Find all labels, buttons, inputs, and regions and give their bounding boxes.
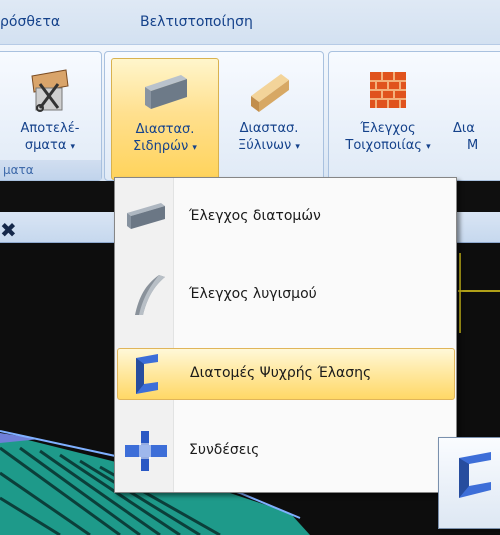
menu-item-label: Έλεγχος λυγισμού <box>189 286 317 302</box>
menu-item-label: Διατομές Ψυχρής Έλασης <box>190 365 372 381</box>
results-label-1: Αποτελέ- <box>20 121 80 136</box>
buckling-beam-icon <box>125 275 167 315</box>
steel-design-dropdown: Έλεγχος διατομών Έλεγχος λυγισμού Διατομ… <box>114 177 457 493</box>
partial-label-2: Μ <box>467 138 479 153</box>
tab-additions[interactable]: ρόσθετα <box>0 14 60 30</box>
menu-item-cold-formed[interactable]: Διατομές Ψυχρής Έλασης <box>117 348 455 400</box>
menu-item-section-check[interactable]: Έλεγχος διατομών <box>117 192 453 242</box>
menu-item-buckling-check[interactable]: Έλεγχος λυγισμού <box>117 270 453 320</box>
brick-wall-icon <box>364 66 412 114</box>
steel-label-2: Σιδηρών <box>133 139 189 154</box>
timber-label-1: Διαστασ. <box>239 121 299 136</box>
ribbon-tab-bar: ρόσθετα Βελτιστοποίηση <box>0 0 500 44</box>
masonry-label-1: Έλεγχος <box>360 121 416 136</box>
dropdown-arrow-icon: ▾ <box>70 142 76 152</box>
steel-beam-icon <box>141 67 189 115</box>
dropdown-arrow-icon: ▾ <box>426 142 431 152</box>
tooltip-preview <box>438 437 500 529</box>
design-group: Διαστασ. Σιδηρών ▾ Διαστασ. Ξύλινων ▾ <box>104 51 324 181</box>
steel-label-1: Διαστασ. <box>135 122 195 137</box>
timber-beam-icon <box>245 66 293 114</box>
timber-label-2: Ξύλινων <box>238 138 292 153</box>
dropdown-arrow-icon: ▾ <box>295 142 300 152</box>
dropdown-arrow-icon: ▾ <box>192 143 197 153</box>
partial-label-1: Δια <box>453 121 475 136</box>
steel-beam-icon <box>125 197 167 237</box>
masonry-group: Έλεγχος Τοιχοποιίας ▾ Δια Μ <box>328 51 500 181</box>
menu-item-connections[interactable]: Συνδέσεις <box>117 426 453 476</box>
ribbon: Αποτελέ- σματα ▾ ματα Διαστασ. Σιδηρών ▾ <box>0 44 500 181</box>
close-icon[interactable]: ✖ <box>0 218 17 242</box>
results-label-2: σματα <box>24 138 67 153</box>
menu-item-label: Συνδέσεις <box>189 442 260 458</box>
masonry-label-2: Τοιχοποιίας <box>345 138 422 153</box>
results-tools-icon <box>26 66 74 114</box>
steel-design-button[interactable]: Διαστασ. Σιδηρών ▾ <box>111 58 219 180</box>
results-group: Αποτελέ- σματα ▾ ματα <box>0 51 102 181</box>
tab-optimization[interactable]: Βελτιστοποίηση <box>140 14 253 30</box>
cold-formed-section-icon <box>455 452 495 502</box>
menu-item-label: Έλεγχος διατομών <box>189 208 321 224</box>
partial-button[interactable]: Δια Μ <box>453 58 500 178</box>
timber-design-button[interactable]: Διαστασ. Ξύλινων ▾ <box>221 58 317 178</box>
connection-icon <box>125 431 167 471</box>
group-caption: ματα <box>0 160 101 180</box>
masonry-check-button[interactable]: Έλεγχος Τοιχοποιίας ▾ <box>333 58 443 178</box>
cold-formed-section-icon <box>126 354 168 394</box>
